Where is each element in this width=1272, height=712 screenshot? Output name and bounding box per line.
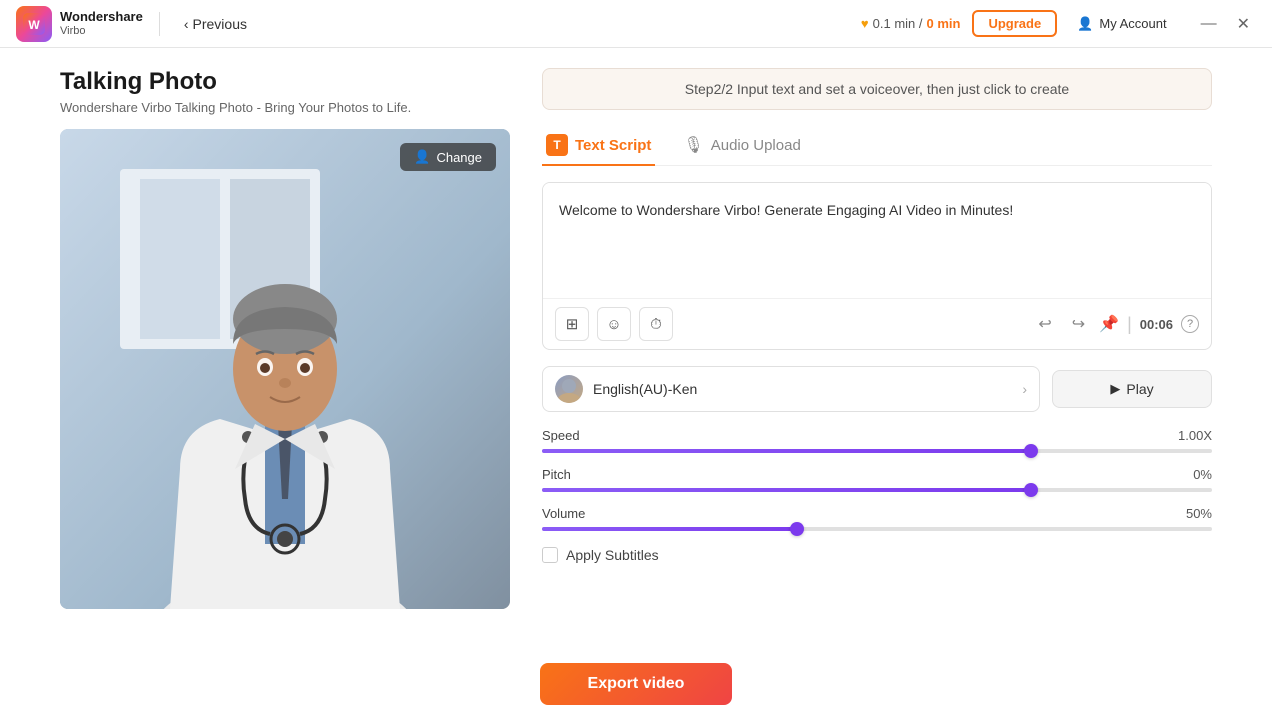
left-panel: Talking Photo Wondershare Virbo Talking … (60, 68, 510, 656)
voice-name: English(AU)-Ken (593, 381, 1012, 397)
pitch-label: Pitch (542, 467, 571, 482)
speed-header: Speed 1.00X (542, 428, 1212, 443)
play-button[interactable]: ▶ Play (1052, 370, 1212, 408)
play-label: Play (1126, 381, 1153, 397)
speed-thumb[interactable] (1024, 444, 1038, 458)
tabs: T Text Script 🎙 Audio Upload (542, 126, 1212, 166)
orange-time: 0 min (927, 16, 961, 31)
account-icon: 👤 (1077, 16, 1093, 32)
chevron-left-icon: ‹ (184, 16, 189, 32)
speed-slider[interactable] (542, 449, 1212, 453)
volume-fill (542, 527, 797, 531)
pin-icon: 📌 (1099, 314, 1119, 334)
photo-container: 👤 Change (60, 129, 510, 609)
slider-section: Speed 1.00X Pitch 0% (542, 428, 1212, 531)
prev-label: Previous (193, 16, 247, 32)
change-label: Change (436, 150, 482, 165)
voice-row: English(AU)-Ken › ▶ Play (542, 366, 1212, 412)
redo-button[interactable]: ↪ (1066, 310, 1091, 338)
main-content: Talking Photo Wondershare Virbo Talking … (0, 48, 1272, 656)
footer: Export video (0, 656, 1272, 712)
header-divider (159, 12, 160, 36)
doctor-svg (60, 129, 510, 609)
insert-icon: ⊞ (566, 315, 579, 333)
minimize-button[interactable]: — (1195, 12, 1223, 36)
tab-text-script-label: Text Script (575, 137, 651, 154)
speed-label: Speed (542, 428, 580, 443)
voice-avatar (555, 375, 583, 403)
microphone-icon: 🎙 (683, 135, 703, 155)
insert-button[interactable]: ⊞ (555, 307, 589, 341)
previous-button[interactable]: ‹ Previous (176, 12, 255, 36)
script-textarea[interactable] (543, 183, 1211, 293)
help-icon[interactable]: ? (1181, 315, 1199, 333)
pitch-fill (542, 488, 1031, 492)
account-button[interactable]: 👤 My Account (1069, 12, 1174, 36)
logo-area: W Wondershare Virbo (16, 6, 143, 42)
heart-icon: ♥ (861, 16, 869, 31)
script-container: ⊞ ☺ ⏱ ↩ ↪ 📌 | 00:06 ? (542, 182, 1212, 350)
pitch-slider[interactable] (542, 488, 1212, 492)
chevron-right-icon: › (1022, 381, 1027, 397)
subtitles-label: Apply Subtitles (566, 547, 659, 563)
account-label: My Account (1099, 16, 1166, 31)
timer-button[interactable]: ⏱ (639, 307, 673, 341)
speed-fill (542, 449, 1031, 453)
step-banner: Step2/2 Input text and set a voiceover, … (542, 68, 1212, 110)
brand-sub: Virbo (60, 25, 143, 37)
tab-audio-upload-label: Audio Upload (711, 137, 801, 154)
tab-audio-upload[interactable]: 🎙 Audio Upload (679, 126, 804, 166)
voice-selector[interactable]: English(AU)-Ken › (542, 366, 1040, 412)
tab-text-script[interactable]: T Text Script (542, 126, 655, 166)
export-button[interactable]: Export video (540, 663, 733, 705)
time-display: ♥ 0.1 min / 0 min (861, 16, 961, 31)
pitch-slider-row: Pitch 0% (542, 467, 1212, 492)
svg-text:W: W (28, 18, 40, 32)
right-panel: Step2/2 Input text and set a voiceover, … (542, 68, 1212, 656)
upgrade-button[interactable]: Upgrade (972, 10, 1057, 37)
play-icon: ▶ (1110, 381, 1120, 397)
person-icon: 👤 (414, 149, 430, 165)
close-button[interactable]: ✕ (1231, 12, 1256, 36)
photo-placeholder (60, 129, 510, 609)
brand-name: Wondershare (60, 10, 143, 24)
volume-thumb[interactable] (790, 522, 804, 536)
pitch-header: Pitch 0% (542, 467, 1212, 482)
header-right: ♥ 0.1 min / 0 min Upgrade 👤 My Account —… (861, 10, 1256, 37)
window-controls: — ✕ (1195, 12, 1256, 36)
page-subtitle: Wondershare Virbo Talking Photo - Bring … (60, 100, 510, 115)
emoji-button[interactable]: ☺ (597, 307, 631, 341)
toolbar-right: ↩ ↪ 📌 | 00:06 ? (1032, 310, 1199, 338)
timer-icon: ⏱ (650, 316, 662, 333)
pitch-value: 0% (1193, 467, 1212, 482)
text-script-icon: T (546, 134, 568, 156)
subtitles-checkbox[interactable] (542, 547, 558, 563)
volume-header: Volume 50% (542, 506, 1212, 521)
undo-button[interactable]: ↩ (1032, 310, 1057, 338)
volume-value: 50% (1186, 506, 1212, 521)
header: W Wondershare Virbo ‹ Previous ♥ 0.1 min… (0, 0, 1272, 48)
page-title: Talking Photo (60, 68, 510, 96)
speed-value: 1.00X (1178, 428, 1212, 443)
toolbar-divider: | (1127, 314, 1132, 335)
script-time: 00:06 (1140, 317, 1173, 332)
time-label: 0.1 min / (873, 16, 923, 31)
volume-label: Volume (542, 506, 585, 521)
step-banner-text: Step2/2 Input text and set a voiceover, … (685, 81, 1069, 97)
script-toolbar: ⊞ ☺ ⏱ ↩ ↪ 📌 | 00:06 ? (543, 298, 1211, 349)
change-button[interactable]: 👤 Change (400, 143, 496, 171)
speed-slider-row: Speed 1.00X (542, 428, 1212, 453)
volume-slider-row: Volume 50% (542, 506, 1212, 531)
volume-slider[interactable] (542, 527, 1212, 531)
logo-text: Wondershare Virbo (60, 10, 143, 36)
emoji-icon: ☺ (606, 316, 621, 333)
pitch-thumb[interactable] (1024, 483, 1038, 497)
subtitles-row: Apply Subtitles (542, 547, 1212, 563)
logo-icon: W (16, 6, 52, 42)
